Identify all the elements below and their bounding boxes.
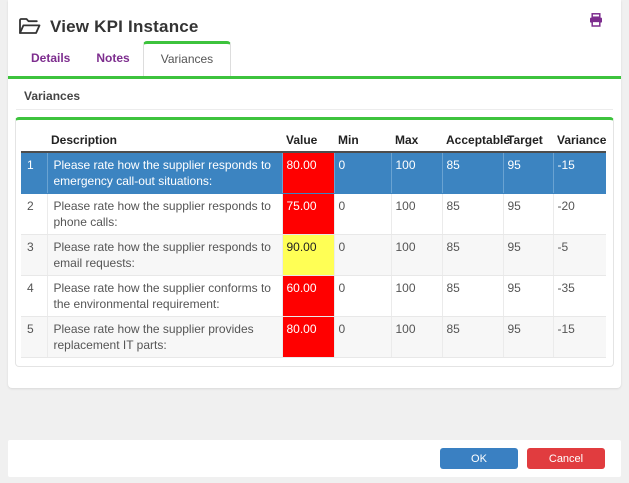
- max-cell: 100: [391, 194, 442, 235]
- min-cell: 0: [334, 317, 391, 358]
- column-header: Value: [282, 130, 334, 152]
- max-cell: 100: [391, 276, 442, 317]
- value-cell: 90.00: [282, 235, 334, 276]
- table-row[interactable]: 1 Please rate how the supplier responds …: [21, 152, 606, 194]
- variances-fieldset: DescriptionValueMinMaxAcceptableTargetVa…: [15, 117, 614, 367]
- table-header-row: DescriptionValueMinMaxAcceptableTargetVa…: [21, 130, 606, 152]
- row-number-cell: 3: [21, 235, 47, 276]
- variance-cell: -20: [553, 194, 606, 235]
- variance-cell: -15: [553, 317, 606, 358]
- page-title: View KPI Instance: [50, 17, 199, 37]
- ok-button[interactable]: OK: [440, 448, 518, 469]
- max-cell: 100: [391, 317, 442, 358]
- tab-details[interactable]: Details: [18, 51, 83, 76]
- acceptable-cell: 85: [442, 152, 503, 194]
- table-body: 1 Please rate how the supplier responds …: [21, 152, 606, 358]
- variance-cell: -35: [553, 276, 606, 317]
- min-cell: 0: [334, 194, 391, 235]
- tab-bar: Details Notes Variances: [8, 42, 621, 79]
- cancel-button[interactable]: Cancel: [527, 448, 605, 469]
- description-cell: Please rate how the supplier provides re…: [47, 317, 282, 358]
- description-cell: Please rate how the supplier responds to…: [47, 235, 282, 276]
- column-header: [21, 130, 47, 152]
- value-cell: 80.00: [282, 152, 334, 194]
- column-header: Variance: [553, 130, 606, 152]
- target-cell: 95: [503, 276, 553, 317]
- column-header: Min: [334, 130, 391, 152]
- min-cell: 0: [334, 276, 391, 317]
- target-cell: 95: [503, 152, 553, 194]
- acceptable-cell: 85: [442, 276, 503, 317]
- column-header: Description: [47, 130, 282, 152]
- tab-notes[interactable]: Notes: [83, 51, 142, 76]
- print-icon: [589, 13, 603, 29]
- max-cell: 100: [391, 235, 442, 276]
- dialog-footer: OK Cancel: [8, 440, 621, 477]
- acceptable-cell: 85: [442, 317, 503, 358]
- tab-variances[interactable]: Variances: [143, 41, 231, 76]
- open-folder-icon: [18, 17, 41, 36]
- max-cell: 100: [391, 152, 442, 194]
- min-cell: 0: [334, 235, 391, 276]
- min-cell: 0: [334, 152, 391, 194]
- target-cell: 95: [503, 317, 553, 358]
- print-button[interactable]: [589, 13, 605, 29]
- target-cell: 95: [503, 235, 553, 276]
- description-cell: Please rate how the supplier responds to…: [47, 152, 282, 194]
- acceptable-cell: 85: [442, 194, 503, 235]
- acceptable-cell: 85: [442, 235, 503, 276]
- table-row[interactable]: 3 Please rate how the supplier responds …: [21, 235, 606, 276]
- view-kpi-instance-dialog: View KPI Instance Details Notes Variance…: [8, 0, 621, 388]
- column-header: Max: [391, 130, 442, 152]
- row-number-cell: 1: [21, 152, 47, 194]
- target-cell: 95: [503, 194, 553, 235]
- section-title: Variances: [16, 79, 613, 110]
- table-row[interactable]: 4 Please rate how the supplier conforms …: [21, 276, 606, 317]
- description-cell: Please rate how the supplier conforms to…: [47, 276, 282, 317]
- value-cell: 75.00: [282, 194, 334, 235]
- row-number-cell: 2: [21, 194, 47, 235]
- column-header: Acceptable: [442, 130, 503, 152]
- variance-cell: -5: [553, 235, 606, 276]
- variance-cell: -15: [553, 152, 606, 194]
- value-cell: 60.00: [282, 276, 334, 317]
- row-number-cell: 5: [21, 317, 47, 358]
- row-number-cell: 4: [21, 276, 47, 317]
- column-header: Target: [503, 130, 553, 152]
- variances-table: DescriptionValueMinMaxAcceptableTargetVa…: [21, 130, 606, 358]
- table-row[interactable]: 2 Please rate how the supplier responds …: [21, 194, 606, 235]
- dialog-header: View KPI Instance: [8, 0, 621, 42]
- description-cell: Please rate how the supplier responds to…: [47, 194, 282, 235]
- value-cell: 80.00: [282, 317, 334, 358]
- table-row[interactable]: 5 Please rate how the supplier provides …: [21, 317, 606, 358]
